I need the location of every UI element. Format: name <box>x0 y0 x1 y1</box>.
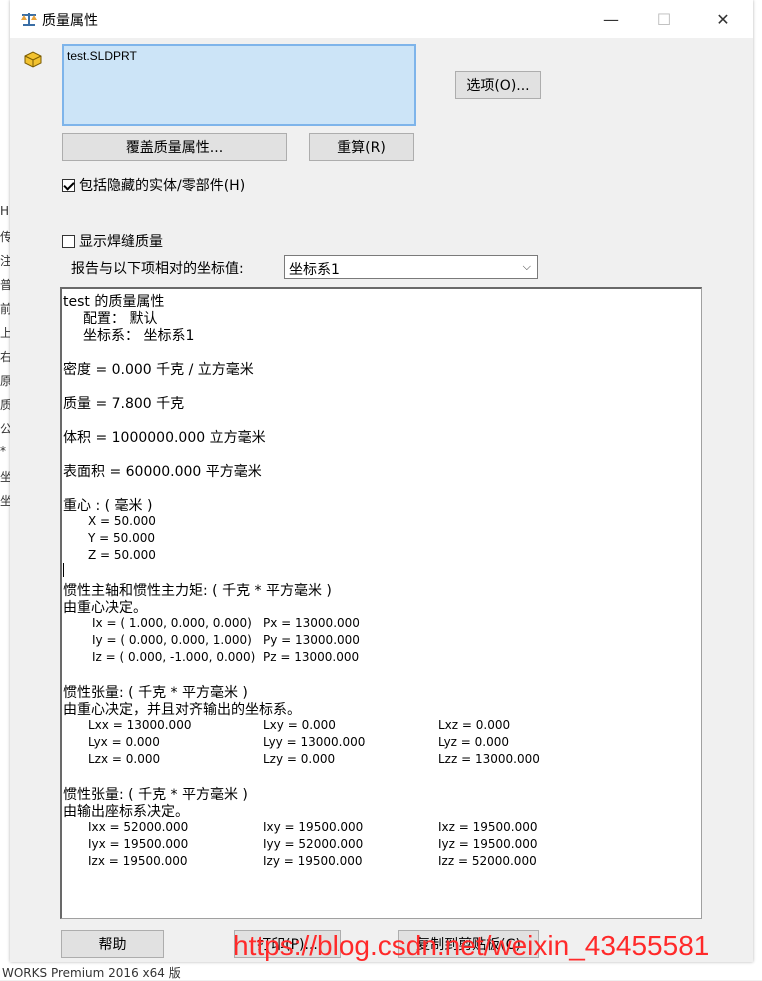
tensor-cell: Izy = 19500.000 <box>263 854 363 868</box>
mass-properties-results[interactable]: test 的质量属性 配置： 默认 坐标系： 坐标系1 密度 = 0.000 千… <box>60 287 702 919</box>
window-title: 质量属性 <box>42 13 98 29</box>
tensor-cell: Iyz = 19500.000 <box>438 837 538 851</box>
include-hidden-label: 包括隐藏的实体/零部件(H) <box>79 178 246 194</box>
title-bar[interactable]: 质量属性 — ☐ ✕ <box>10 0 753 38</box>
results-principal-sub: 由重心决定。 <box>63 600 147 616</box>
tensor-cell: Lzx = 0.000 <box>88 752 161 766</box>
balance-scale-icon <box>21 13 37 26</box>
dropdown-selected-value: 坐标系1 <box>289 262 340 278</box>
maximize-button[interactable]: ☐ <box>641 0 687 38</box>
selected-items-list[interactable]: test.SLDPRT <box>62 44 416 126</box>
tensor-cell: Lyy = 13000.000 <box>263 735 366 749</box>
tensor-cell: Lxy = 0.000 <box>263 718 336 732</box>
results-cog-y: Y = 50.000 <box>88 531 156 545</box>
options-button[interactable]: 选项(O)... <box>455 71 541 99</box>
tensor-cell: Iyx = 19500.000 <box>88 837 189 851</box>
minimize-button[interactable]: — <box>588 0 634 38</box>
tensor-cell: Ixz = 19500.000 <box>438 820 538 834</box>
background-glyph: 注 <box>0 254 10 268</box>
background-glyph: 坐 <box>0 494 10 508</box>
results-principal-axis: Ix = ( 1.000, 0.000, 0.000) <box>92 616 252 630</box>
results-coord-system: 坐标系： 坐标系1 <box>83 328 195 344</box>
results-tensor1-sub: 由重心决定，并且对齐输出的坐标系。 <box>63 702 301 718</box>
results-surface-area: 表面积 = 60000.000 平方毫米 <box>63 464 262 480</box>
tensor-cell: Izx = 19500.000 <box>88 854 188 868</box>
tensor-cell: Ixx = 52000.000 <box>88 820 189 834</box>
results-principal-axis: Iy = ( 0.000, 0.000, 1.000) <box>92 633 252 647</box>
checkbox-unchecked-icon <box>62 234 75 248</box>
mass-properties-dialog: 质量属性 — ☐ ✕ test.SLDPRT 选项(O)... 覆盖质量属性..… <box>10 0 753 962</box>
override-mass-properties-button[interactable]: 覆盖质量属性... <box>62 133 287 161</box>
results-cog-title: 重心 : ( 毫米 ) <box>63 498 153 514</box>
results-mass: 质量 = 7.800 千克 <box>63 396 185 412</box>
results-volume: 体积 = 1000000.000 立方毫米 <box>63 430 266 446</box>
list-item[interactable]: test.SLDPRT <box>67 49 137 63</box>
background-glyph: 前 <box>0 302 10 316</box>
background-glyph: 坐 <box>0 470 10 484</box>
background-app-right-edge <box>753 0 762 980</box>
tensor-cell: Izz = 52000.000 <box>438 854 537 868</box>
tensor-cell: Lxz = 0.000 <box>438 718 511 732</box>
background-glyph: H <box>0 204 10 218</box>
results-principal-moment: Pz = 13000.000 <box>263 650 360 664</box>
tensor-cell: Lxx = 13000.000 <box>88 718 192 732</box>
results-density: 密度 = 0.000 千克 / 立方毫米 <box>63 362 254 378</box>
chevron-down-icon: ⌵ <box>522 260 531 273</box>
close-button[interactable]: ✕ <box>700 0 746 38</box>
tensor-cell: Iyy = 52000.000 <box>263 837 364 851</box>
results-principal-moment: Py = 13000.000 <box>263 633 360 647</box>
tensor-cell: Lzy = 0.000 <box>263 752 336 766</box>
print-button[interactable]: 打印(P)... <box>234 930 341 958</box>
background-glyph: 原 <box>0 374 10 388</box>
recalculate-button[interactable]: 重算(R) <box>309 133 414 161</box>
results-cog-x: X = 50.000 <box>88 514 156 528</box>
copy-to-clipboard-button[interactable]: 复制到剪贴板(C) <box>398 930 539 958</box>
background-app-status-text: WORKS Premium 2016 x64 版 <box>2 966 181 980</box>
background-glyph: 普 <box>0 278 10 292</box>
background-glyph: * <box>0 444 6 458</box>
report-coordinate-label: 报告与以下项相对的坐标值: <box>71 261 244 277</box>
results-principal-moment: Px = 13000.000 <box>263 616 360 630</box>
background-glyph: 传 <box>0 230 10 244</box>
tensor-cell: Lyz = 0.000 <box>438 735 510 749</box>
background-glyph: 上 <box>0 326 10 340</box>
results-cog-z: Z = 50.000 <box>88 548 156 562</box>
text-caret <box>63 563 64 577</box>
results-principal-axis: Iz = ( 0.000, -1.000, 0.000) <box>92 650 256 664</box>
show-weld-mass-checkbox[interactable]: 显示焊缝质量 <box>62 231 163 251</box>
include-hidden-checkbox[interactable]: 包括隐藏的实体/零部件(H) <box>62 175 245 195</box>
tensor-cell: Lzz = 13000.000 <box>438 752 540 766</box>
part-icon <box>24 51 42 68</box>
background-glyph: 质 <box>0 398 10 412</box>
coordinate-system-dropdown[interactable]: 坐标系1 ⌵ <box>284 255 538 279</box>
tensor-cell: Ixy = 19500.000 <box>263 820 364 834</box>
help-button[interactable]: 帮助 <box>61 930 164 958</box>
results-tensor2-sub: 由输出座标系决定。 <box>63 804 189 820</box>
background-glyph: 公 <box>0 422 10 436</box>
background-glyph: 右 <box>0 350 10 364</box>
checkbox-checked-icon <box>62 178 75 192</box>
tensor-cell: Lyx = 0.000 <box>88 735 160 749</box>
show-weld-mass-label: 显示焊缝质量 <box>79 234 163 250</box>
